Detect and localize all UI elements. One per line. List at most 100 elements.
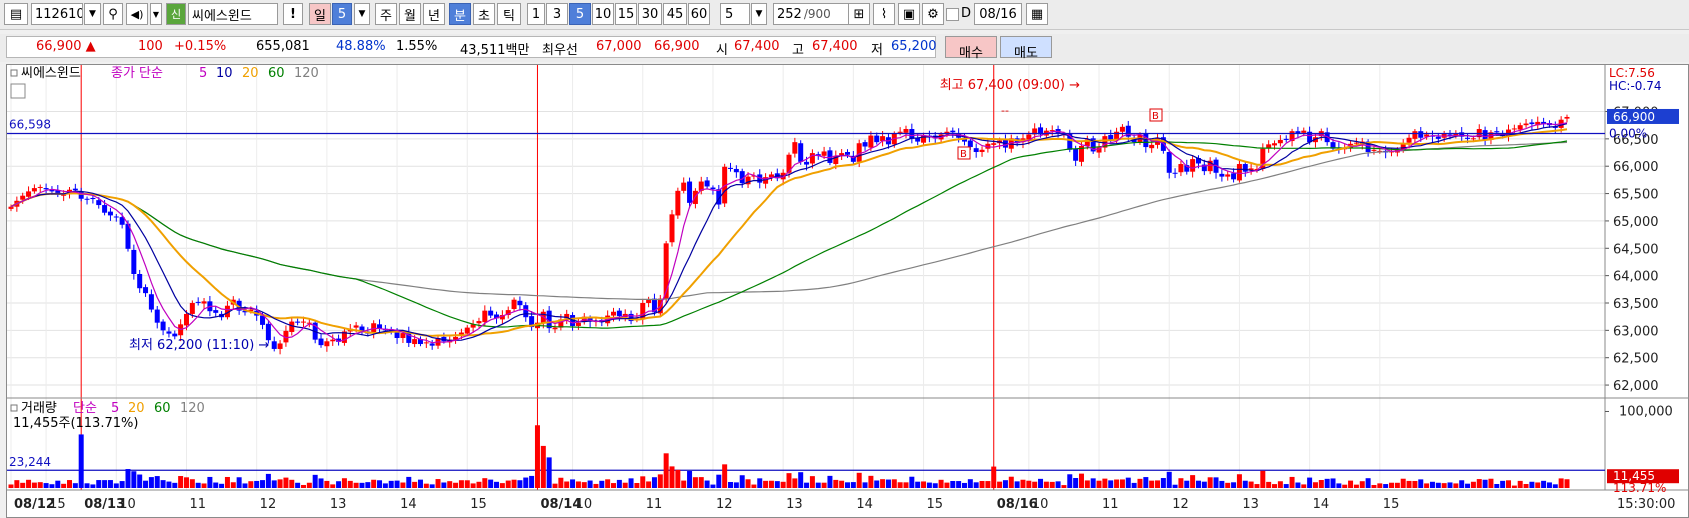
- chart-menu-icon[interactable]: ▤: [4, 3, 28, 25]
- current-price: 66,900 ▲: [36, 39, 96, 54]
- volume-bar: [213, 482, 219, 488]
- volume-bar: [1032, 481, 1038, 488]
- candle-body: [476, 321, 482, 324]
- volume-bar: [868, 475, 874, 488]
- volume-bar: [1236, 474, 1242, 488]
- tab-month[interactable]: 월: [399, 3, 421, 25]
- save-icon[interactable]: ▣: [898, 3, 920, 25]
- candle: [1219, 169, 1225, 182]
- legend-toggle-icon: [10, 69, 18, 77]
- buy-button[interactable]: 매수: [945, 36, 997, 61]
- candle-body: [464, 327, 470, 334]
- volume-bar: [932, 483, 938, 488]
- stock-code-input[interactable]: 112610: [31, 3, 83, 25]
- count-max: /900: [803, 7, 831, 21]
- tab-tick[interactable]: 틱: [497, 3, 521, 25]
- interval-30-button[interactable]: 30: [638, 3, 662, 25]
- candle-body: [1435, 136, 1441, 139]
- volume-bar: [166, 481, 172, 488]
- high-annotation: 최고 67,400 (09:00) →: [940, 78, 1080, 93]
- volume-bar: [359, 482, 365, 488]
- candle-body: [271, 341, 277, 349]
- volume-bar: [605, 479, 611, 488]
- candle: [324, 338, 330, 352]
- volume-bar: [1482, 479, 1488, 488]
- y-tick-label: 65,500: [1613, 188, 1659, 203]
- candle-body: [552, 327, 558, 330]
- volume-bar: [72, 483, 78, 488]
- volume-bar: [780, 481, 786, 488]
- time-axis-label: 15: [49, 497, 66, 512]
- drawing-tool-icon[interactable]: ⌇: [873, 3, 895, 25]
- candle: [318, 334, 324, 348]
- candle-body: [1219, 173, 1225, 177]
- count-field[interactable]: 252/900: [773, 3, 853, 25]
- time-axis-label: 14: [1313, 497, 1330, 512]
- candle: [505, 306, 511, 319]
- period-count-field[interactable]: 5: [332, 3, 352, 25]
- period-dropdown-icon[interactable]: ▼: [354, 3, 370, 25]
- time-axis-label: 15: [470, 497, 487, 512]
- best-ask: 67,000: [596, 39, 642, 54]
- volume-bar: [470, 483, 476, 488]
- volume-bar: [956, 481, 962, 488]
- volume-bar: [1412, 480, 1418, 488]
- volume-bar: [143, 480, 149, 488]
- volume-bar: [300, 484, 306, 488]
- candle-body: [646, 299, 652, 303]
- indicator-icon[interactable]: ⊞: [848, 3, 870, 25]
- price-change-pct: +0.15%: [174, 39, 227, 54]
- chart-area[interactable]: 67,00066,50066,00065,50065,00064,50064,0…: [6, 64, 1689, 518]
- interval-1-button[interactable]: 1: [527, 3, 545, 25]
- tab-year[interactable]: 년: [423, 3, 445, 25]
- speaker-icon[interactable]: ◀): [126, 3, 148, 25]
- volume-bar: [102, 480, 108, 488]
- candle-body: [90, 197, 96, 200]
- sell-button[interactable]: 매도: [1000, 36, 1052, 61]
- volume-bar: [330, 484, 336, 488]
- candle-body: [1418, 131, 1424, 138]
- price-volume-chart[interactable]: 67,00066,50066,00065,50065,00064,50064,0…: [7, 65, 1689, 517]
- tab-second[interactable]: 초: [473, 3, 495, 25]
- interval-45-button[interactable]: 45: [663, 3, 687, 25]
- interval-60-button[interactable]: 60: [688, 3, 710, 25]
- volume-bar: [1459, 480, 1465, 488]
- candle: [423, 337, 429, 349]
- interval-dropdown-icon[interactable]: ▼: [751, 3, 767, 25]
- stock-name-field[interactable]: 씨에스윈드: [188, 3, 278, 25]
- volume-bar: [1324, 478, 1330, 488]
- candle-body: [195, 301, 201, 303]
- volume-bar: [1283, 484, 1289, 488]
- interval-input[interactable]: 5: [720, 3, 750, 25]
- tab-minute[interactable]: 분: [449, 3, 471, 25]
- candle-body: [979, 149, 985, 152]
- volume-bar: [14, 480, 20, 488]
- interval-10-button[interactable]: 10: [592, 3, 614, 25]
- candle-body: [1371, 149, 1377, 151]
- volume-bar: [985, 481, 991, 488]
- interval-5-button[interactable]: 5: [569, 3, 591, 25]
- search-icon[interactable]: ⚲: [103, 3, 123, 25]
- tab-day[interactable]: 일: [309, 3, 331, 25]
- candle: [570, 312, 576, 331]
- volume-bar: [1108, 480, 1114, 488]
- candle-body: [798, 143, 804, 162]
- gear-icon[interactable]: ⚙: [922, 3, 944, 25]
- y-tick-label: 64,500: [1613, 242, 1659, 257]
- volume-bar: [1225, 482, 1231, 488]
- volume-bar: [125, 469, 131, 488]
- candle: [1529, 119, 1535, 130]
- alert-button[interactable]: !: [283, 3, 303, 25]
- candle-body: [809, 153, 815, 164]
- date-checkbox[interactable]: [946, 8, 959, 21]
- speaker-dropdown-icon[interactable]: ▼: [150, 3, 162, 25]
- volume-bar: [1067, 474, 1073, 488]
- candle: [195, 297, 201, 306]
- calendar-icon[interactable]: ▦: [1026, 3, 1048, 25]
- interval-15-button[interactable]: 15: [615, 3, 637, 25]
- interval-3-button[interactable]: 3: [546, 3, 568, 25]
- tab-week[interactable]: 주: [375, 3, 397, 25]
- date-input[interactable]: 08/16: [974, 3, 1022, 25]
- code-dropdown-icon[interactable]: ▼: [84, 3, 101, 25]
- candle-body: [412, 339, 418, 345]
